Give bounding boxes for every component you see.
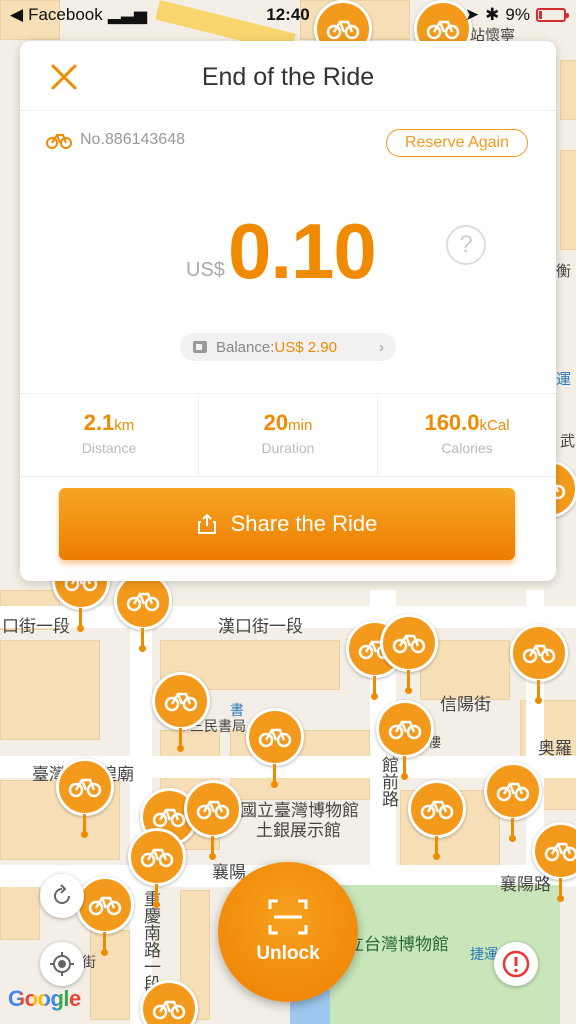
google-logo: Google <box>8 986 81 1012</box>
bicycle-icon <box>392 634 426 654</box>
map-label: 館前路 <box>378 756 398 807</box>
bicycle-icon <box>46 134 72 149</box>
stat-value: 2.1 <box>83 410 115 435</box>
share-ride-button[interactable]: Share the Ride <box>59 488 515 560</box>
bike-pin[interactable] <box>510 624 568 704</box>
refresh-icon <box>54 884 70 904</box>
locate-button[interactable] <box>40 942 84 986</box>
bike-pin[interactable] <box>56 758 114 838</box>
map-label: 口街一段 <box>2 617 70 637</box>
bike-pin[interactable] <box>532 822 576 902</box>
stat-label: Calories <box>441 440 493 456</box>
bike-pin[interactable] <box>484 762 542 842</box>
google-logo-text: Google <box>8 986 81 1011</box>
reserve-again-button[interactable]: Reserve Again <box>385 129 528 157</box>
stat-calories: 160.0kCal Calories <box>378 394 556 476</box>
ride-cost: US$ 0.10 ? <box>20 201 556 301</box>
bike-number: No.886143648 <box>80 131 185 148</box>
bicycle-icon <box>164 692 198 712</box>
bicycle-icon <box>152 1000 186 1020</box>
report-button[interactable] <box>494 942 538 986</box>
bicycle-icon <box>388 720 422 740</box>
battery-icon <box>536 8 569 22</box>
card-title: End of the Ride <box>201 63 375 91</box>
stat-label: Duration <box>261 440 315 456</box>
bicycle-icon <box>544 842 576 862</box>
balance-value: US$ 2.90 <box>274 338 337 356</box>
scan-icon <box>268 899 308 935</box>
wallet-icon <box>193 341 207 353</box>
bicycle-icon <box>522 644 556 664</box>
stat-unit: min <box>288 417 313 434</box>
bike-number-row: No.886143648 <box>46 131 185 149</box>
map-label: 書 <box>230 703 244 719</box>
bicycle-icon <box>152 808 186 828</box>
map-label: 奥羅 <box>538 739 572 759</box>
bike-pin[interactable] <box>140 980 198 1024</box>
bike-pin[interactable] <box>380 614 438 694</box>
map-label: 信陽街 <box>440 695 491 715</box>
map-label: 街 <box>82 955 96 971</box>
ride-amount: 0.10 <box>228 207 377 295</box>
stat-unit: km <box>114 417 135 434</box>
bike-pin[interactable] <box>408 780 466 860</box>
bicycle-icon <box>420 800 454 820</box>
share-label: Share the Ride <box>230 511 378 536</box>
ride-stats: 2.1km Distance 20min Duration 160.0kCal … <box>20 393 556 477</box>
bicycle-icon <box>496 782 530 802</box>
crosshair-icon <box>50 952 74 976</box>
share-icon <box>197 513 216 534</box>
bike-pin[interactable] <box>152 672 210 752</box>
unlock-button[interactable]: Unlock <box>218 862 358 1002</box>
ride-summary-card: End of the Ride No.886143648 Reserve Aga… <box>20 41 556 581</box>
map-label: 土銀展示館 <box>256 821 341 841</box>
bike-pin[interactable] <box>184 780 242 860</box>
bicycle-icon <box>88 896 122 916</box>
balance-pill[interactable]: Balance:US$ 2.90 › <box>180 333 396 361</box>
stat-unit: kCal <box>479 417 510 434</box>
map-label: 武 <box>560 432 576 450</box>
stat-label: Distance <box>81 440 137 456</box>
bike-pin[interactable] <box>76 876 134 956</box>
question-icon: ? <box>459 231 473 258</box>
bike-pin[interactable] <box>246 708 304 788</box>
bike-pin[interactable] <box>376 700 434 780</box>
bicycle-icon <box>258 728 292 748</box>
card-header: End of the Ride <box>20 41 556 111</box>
alert-icon <box>502 950 530 978</box>
map-label: 運 <box>556 370 572 388</box>
stat-value: 160.0 <box>424 410 480 435</box>
currency-label: US$ <box>186 259 225 281</box>
bicycle-icon <box>126 592 160 612</box>
map-label: 衡 <box>556 262 572 280</box>
refresh-button[interactable] <box>40 874 84 918</box>
stat-duration: 20min Duration <box>199 394 378 476</box>
bicycle-icon <box>196 800 230 820</box>
bicycle-icon <box>140 848 174 868</box>
stat-distance: 2.1km Distance <box>20 394 199 476</box>
bike-pin[interactable] <box>128 828 186 908</box>
clock: 12:40 <box>266 5 310 24</box>
chevron-right-icon: › <box>379 338 384 356</box>
bicycle-icon <box>68 778 102 798</box>
status-bar: ◀ Facebook ▂▃▅ 12:40 ➤ ✱ 9% <box>0 0 576 30</box>
unlock-label: Unlock <box>256 943 320 964</box>
balance-label: Balance: <box>216 338 275 356</box>
map-label: 漢口街一段 <box>218 617 303 637</box>
stat-value: 20 <box>263 410 289 435</box>
help-button[interactable]: ? <box>446 225 486 265</box>
